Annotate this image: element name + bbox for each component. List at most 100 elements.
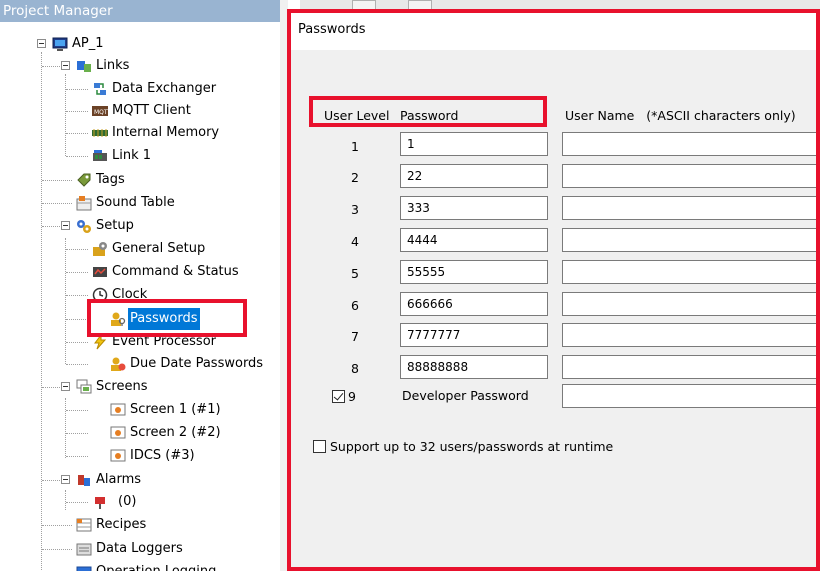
tree-node-data-exchanger[interactable]: Data Exchanger <box>0 78 280 100</box>
user-name-field[interactable] <box>562 292 820 316</box>
project-manager-pane: Project Manager AP_1 Links Data Exchange… <box>0 0 280 571</box>
password-field[interactable]: 88888888 <box>400 355 548 379</box>
collapse-toggle[interactable] <box>61 221 70 230</box>
tree-node-screens[interactable]: Screens <box>0 376 280 398</box>
password-field[interactable]: 666666 <box>400 292 548 316</box>
tree-node-setup[interactable]: Setup <box>0 215 280 237</box>
collapse-toggle[interactable] <box>37 39 46 48</box>
collapse-toggle[interactable] <box>61 475 70 484</box>
screen-icon <box>110 425 126 441</box>
clock-icon <box>92 287 108 303</box>
tree-connector <box>66 156 88 157</box>
user-name-field[interactable] <box>562 196 820 220</box>
user-name-field[interactable] <box>562 355 820 379</box>
support-32-users-checkbox[interactable] <box>313 440 326 453</box>
screen-icon <box>110 402 126 418</box>
alarm-icon <box>76 472 92 488</box>
tree-label: Command & Status <box>112 264 239 279</box>
tree-node-screen1[interactable]: Screen 1 (#1) <box>0 399 280 421</box>
tree-label: Operation Logging <box>96 561 216 571</box>
user-name-field[interactable] <box>562 164 820 188</box>
user-name-field[interactable] <box>562 228 820 252</box>
tree-node-passwords[interactable]: Passwords <box>0 308 280 330</box>
tree-node-link1[interactable]: Link 1 <box>0 145 280 167</box>
tree-node-internal-memory[interactable]: Internal Memory <box>0 122 280 144</box>
tree-label: General Setup <box>112 241 206 256</box>
tree-connector <box>66 364 88 365</box>
tree-label: (0) <box>118 494 137 509</box>
password-field[interactable]: 22 <box>400 164 548 188</box>
password-field[interactable]: 4444 <box>400 228 548 252</box>
operation-logging-icon <box>76 564 92 571</box>
tree-label: Tags <box>96 172 125 187</box>
tree-node-idcs[interactable]: IDCS (#3) <box>0 445 280 467</box>
tree-label: Link 1 <box>112 148 152 163</box>
user-level-label: 3 <box>351 202 359 217</box>
tree-node-data-loggers[interactable]: Data Loggers <box>0 538 280 560</box>
tree-label: Due Date Passwords <box>130 356 264 371</box>
tree-node-links[interactable]: Links <box>0 55 280 77</box>
computer-icon <box>52 36 68 52</box>
toolbar-button[interactable] <box>352 0 376 10</box>
tree-node-sound-table[interactable]: Sound Table <box>0 192 280 214</box>
tree-node-general-setup[interactable]: General Setup <box>0 238 280 260</box>
tree-node-event-processor[interactable]: Event Processor <box>0 331 280 353</box>
screen-icon <box>110 448 126 464</box>
tree-node-alarms[interactable]: Alarms <box>0 469 280 491</box>
mqtt-icon: MQTT <box>92 103 111 119</box>
tree-connector <box>66 502 88 503</box>
header-password: Password <box>400 108 459 123</box>
user-name-field[interactable] <box>562 323 820 347</box>
tree-connector <box>66 133 88 134</box>
tree-connector <box>66 295 88 296</box>
tree-connector <box>42 180 72 181</box>
screens-icon <box>76 379 92 395</box>
passwords-panel: Passwords User Level Password User Name … <box>288 10 820 571</box>
tree-node-command-status[interactable]: Command & Status <box>0 261 280 283</box>
lightning-icon <box>92 333 108 350</box>
links-icon <box>76 58 92 74</box>
tree-node-clock[interactable]: Clock <box>0 284 280 306</box>
user-name-field[interactable] <box>562 132 820 156</box>
pane-splitter[interactable] <box>280 0 288 571</box>
tree-node-recipes[interactable]: Recipes <box>0 514 280 536</box>
developer-password-label: Developer Password <box>402 388 529 403</box>
tree-node-operation-logging[interactable]: Operation Logging <box>0 561 280 571</box>
alarm-flag-icon <box>92 494 108 510</box>
tree-connector <box>66 342 88 343</box>
tree-connector <box>66 433 88 434</box>
collapse-toggle[interactable] <box>61 382 70 391</box>
tree-label: Screen 1 (#1) <box>130 402 221 417</box>
tree-label: Passwords <box>128 308 200 330</box>
collapse-toggle[interactable] <box>61 61 70 70</box>
tree-node-mqtt-client[interactable]: MQTT MQTT Client <box>0 100 280 122</box>
tree-connector <box>66 456 88 457</box>
tree-connector <box>66 89 88 90</box>
command-status-icon <box>92 264 108 280</box>
tree-label: IDCS (#3) <box>130 448 195 463</box>
user-level-label: 4 <box>351 234 359 249</box>
password-field[interactable]: 7777777 <box>400 323 548 347</box>
password-field[interactable]: 55555 <box>400 260 548 284</box>
tree-label: Alarms <box>96 472 142 487</box>
tree-connector <box>66 410 88 411</box>
toolbar-button[interactable] <box>408 0 432 10</box>
tree-node-screen2[interactable]: Screen 2 (#2) <box>0 422 280 444</box>
tree-label: Data Exchanger <box>112 81 217 96</box>
tree-node-ap1[interactable]: AP_1 <box>0 33 280 55</box>
tree-node-alarm-group-0[interactable]: (0) <box>0 491 280 513</box>
tree-label: Links <box>96 58 130 73</box>
support-32-users-label[interactable]: Support up to 32 users/passwords at runt… <box>330 439 613 454</box>
user-name-field[interactable] <box>562 260 820 284</box>
user-name-field[interactable] <box>562 384 820 408</box>
tree-connector <box>42 226 60 227</box>
password-field[interactable]: 333 <box>400 196 548 220</box>
password-field[interactable]: 1 <box>400 132 548 156</box>
general-setup-icon <box>92 241 108 257</box>
tree-node-tags[interactable]: Tags <box>0 169 280 191</box>
tree-label: Event Processor <box>112 334 216 349</box>
header-user-level: User Level <box>324 108 390 123</box>
tree-connector <box>66 249 88 250</box>
tree-connector <box>66 319 88 320</box>
tree-node-due-date-passwords[interactable]: Due Date Passwords <box>0 353 280 375</box>
